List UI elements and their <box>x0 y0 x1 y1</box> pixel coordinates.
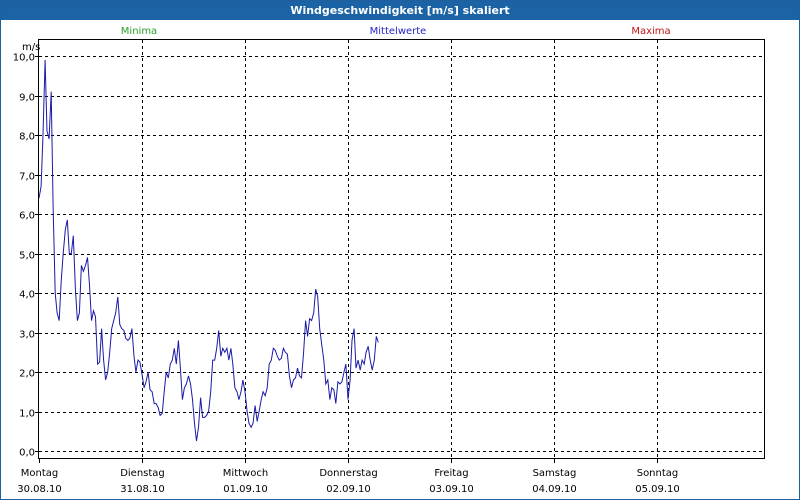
x-tick-date-label: 31.08.10 <box>120 484 165 495</box>
x-tick-weekday-label: Mittwoch <box>223 468 268 479</box>
legend-item-mittelwerte: Mittelwerte <box>370 26 427 37</box>
x-tick-weekday-label: Sonntag <box>637 468 679 479</box>
y-tick-label: 0,0 <box>19 448 35 459</box>
x-tick-date-label: 03.09.10 <box>429 484 474 495</box>
y-tick-label: 10,0 <box>13 53 35 64</box>
x-tick-date-label: 30.08.10 <box>17 484 62 495</box>
wind-speed-chart: 0,0 1,0 2,0 3,0 4,0 5,0 6,0 7,0 8,0 9,0 10,0 Montag… <box>13 26 765 495</box>
y-tick-label: 9,0 <box>19 93 35 104</box>
legend-item-maxima: Maxima <box>631 26 670 37</box>
y-tick-label: 3,0 <box>19 330 35 341</box>
legend-item-minima: Minima <box>121 26 157 37</box>
x-tick-date-label: 02.09.10 <box>326 484 371 495</box>
x-tick-weekday-label: Freitag <box>434 468 468 479</box>
y-axis-unit-label: m/s <box>22 42 40 53</box>
x-tick-weekday-label: Dienstag <box>120 468 165 479</box>
y-tick-label: 5,0 <box>19 251 35 262</box>
y-tick-label: 4,0 <box>19 290 35 301</box>
legend: Minima Mittelwerte Maxima <box>121 26 671 37</box>
x-tick-date-label: 04.09.10 <box>532 484 577 495</box>
x-tick-weekday-label: Donnerstag <box>319 468 377 479</box>
y-tick-label: 1,0 <box>19 409 35 420</box>
y-tick-label: 2,0 <box>19 369 35 380</box>
y-tick-label: 8,0 <box>19 132 35 143</box>
plot-area <box>38 39 765 459</box>
y-tick-label: 6,0 <box>19 211 35 222</box>
y-tick-label: 7,0 <box>19 172 35 183</box>
x-tick-weekday-label: Montag <box>21 468 58 479</box>
x-tick-date-label: 01.09.10 <box>223 484 268 495</box>
x-tick-weekday-label: Samstag <box>533 468 577 479</box>
x-tick-date-label: 05.09.10 <box>635 484 680 495</box>
